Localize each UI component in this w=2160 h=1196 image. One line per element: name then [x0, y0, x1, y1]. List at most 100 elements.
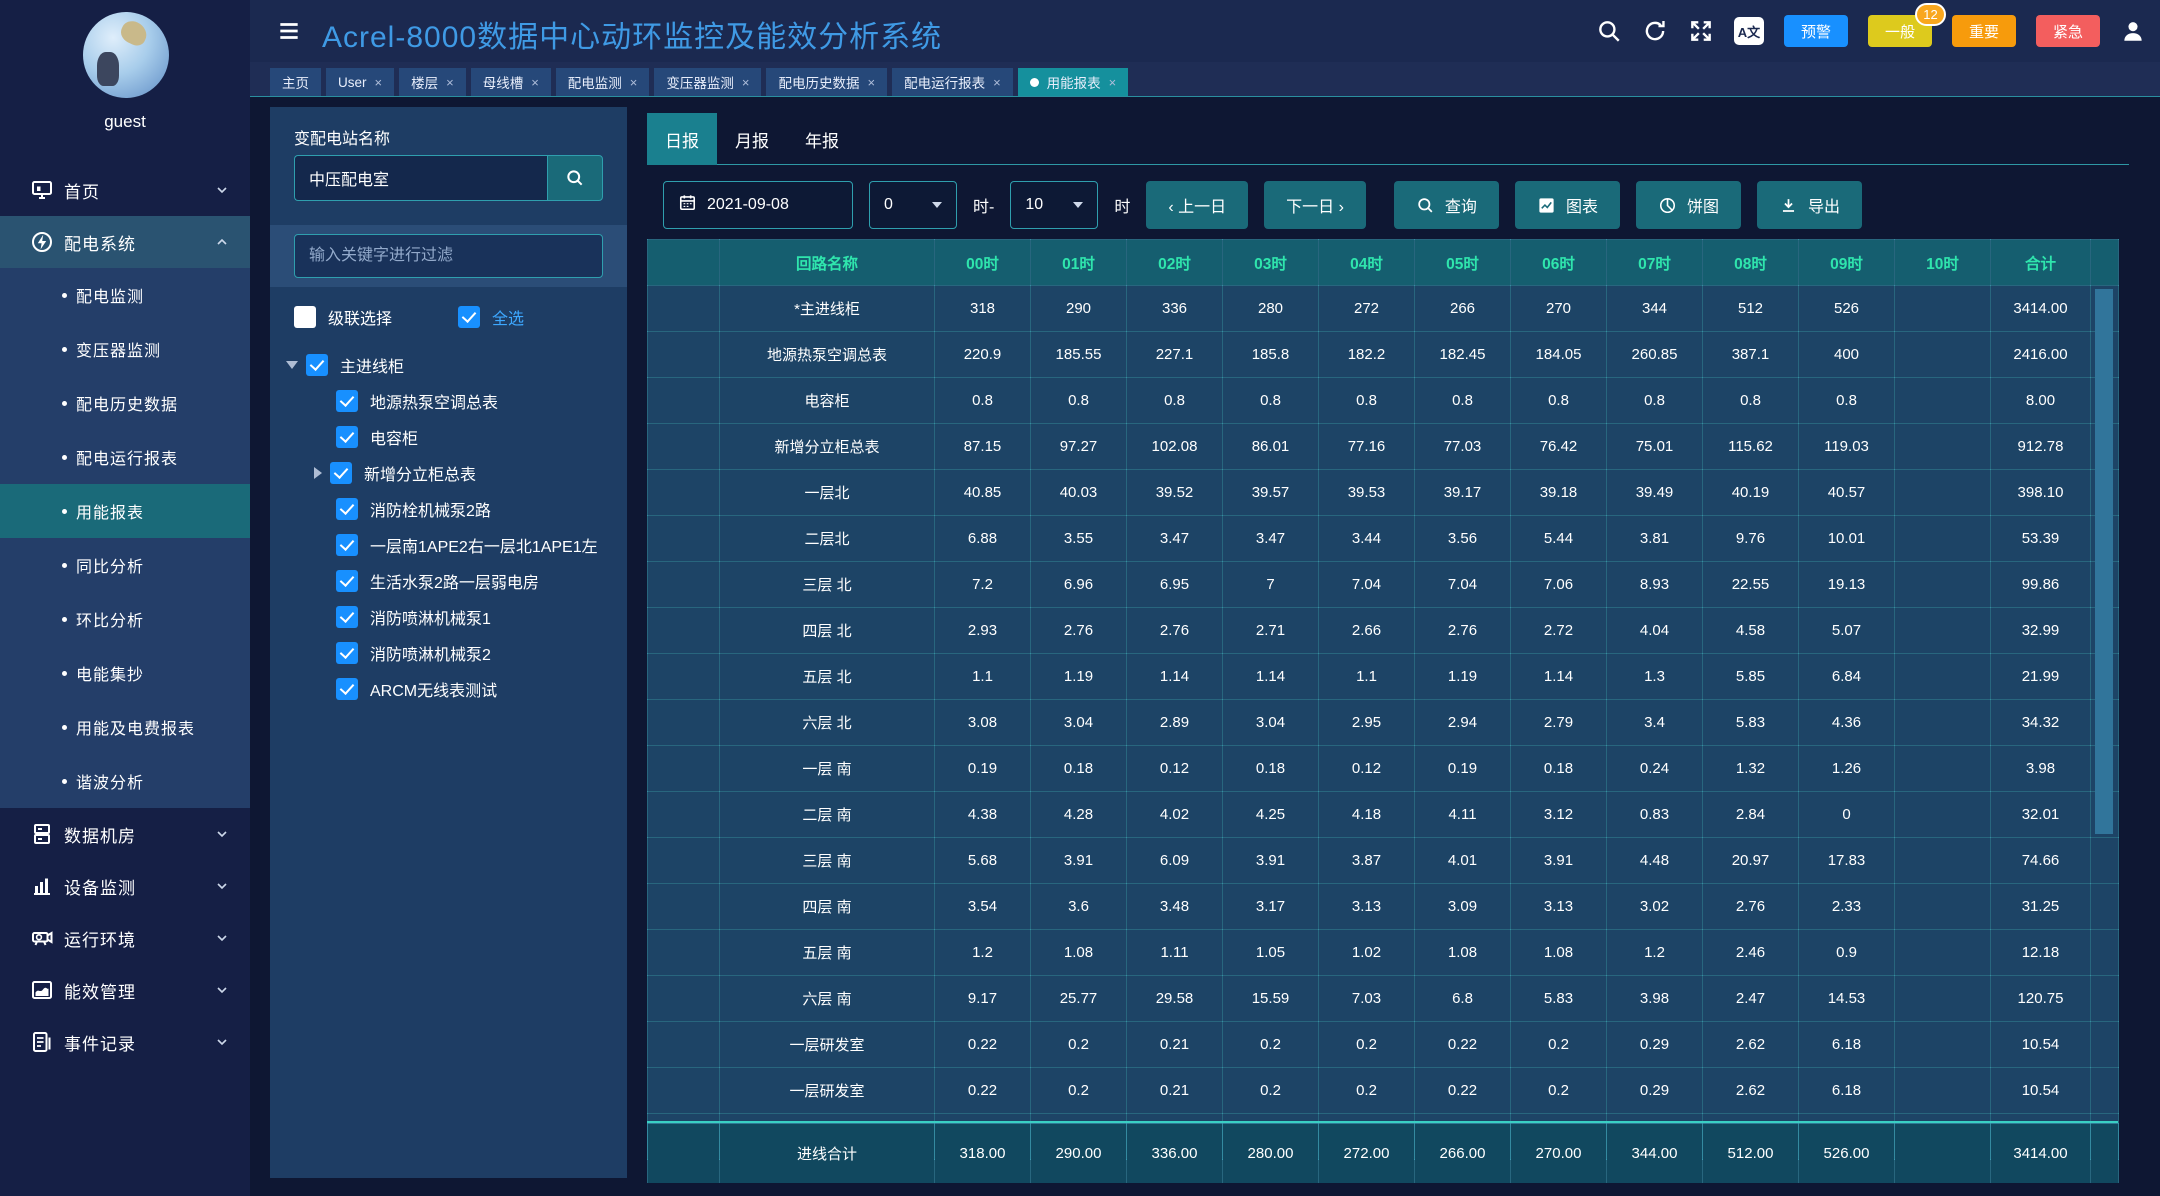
- user-icon[interactable]: [2120, 18, 2146, 44]
- menu-icon[interactable]: [276, 18, 302, 44]
- hour-value-cell: 1.08: [1031, 930, 1127, 976]
- report-tab-月报[interactable]: 月报: [717, 113, 787, 165]
- tree-node-label[interactable]: 生活水泵2路一层弱电房: [370, 569, 539, 593]
- close-icon[interactable]: ×: [1109, 75, 1117, 90]
- close-icon[interactable]: ×: [867, 75, 875, 90]
- hour-value-cell: 387.1: [1703, 332, 1799, 378]
- report-tab-日报[interactable]: 日报: [647, 113, 717, 165]
- cascade-checkbox[interactable]: [294, 306, 316, 328]
- tab-变压器监测[interactable]: 变压器监测×: [654, 68, 761, 96]
- hour-value-cell: 6.09: [1127, 838, 1223, 884]
- sidebar-item-首页[interactable]: 首页: [0, 164, 250, 216]
- filter-band: [270, 225, 627, 287]
- search-icon[interactable]: [1596, 18, 1622, 44]
- close-icon[interactable]: ×: [630, 75, 638, 90]
- hour-value-cell: 119.03: [1799, 424, 1895, 470]
- refresh-icon[interactable]: [1642, 18, 1668, 44]
- sidebar-item-事件记录[interactable]: 事件记录: [0, 1016, 250, 1068]
- alarm-button-一般[interactable]: 一般12: [1868, 15, 1932, 47]
- sidebar-item-运行环境[interactable]: 运行环境: [0, 912, 250, 964]
- close-icon[interactable]: ×: [375, 75, 383, 90]
- tab-母线槽[interactable]: 母线槽×: [471, 68, 551, 96]
- sidebar-item-能效管理[interactable]: 能效管理: [0, 964, 250, 1016]
- avatar[interactable]: [83, 12, 169, 98]
- tree-node-label[interactable]: 一层南1APE2右一层北1APE1左: [370, 533, 598, 557]
- tab-配电运行报表[interactable]: 配电运行报表×: [892, 68, 1013, 96]
- submenu-item-环比分析[interactable]: 环比分析: [0, 592, 250, 646]
- next-day-button[interactable]: 下一日 ›: [1264, 181, 1366, 229]
- tree-node-label[interactable]: ARCM无线表测试: [370, 677, 497, 701]
- submenu-item-用能及电费报表[interactable]: 用能及电费报表: [0, 700, 250, 754]
- close-icon[interactable]: ×: [446, 75, 454, 90]
- alarm-button-重要[interactable]: 重要: [1952, 15, 2016, 47]
- submenu-item-配电运行报表[interactable]: 配电运行报表: [0, 430, 250, 484]
- tree-node-label[interactable]: 消防喷淋机械泵1: [370, 605, 491, 629]
- submenu-item-用能报表[interactable]: 用能报表: [0, 484, 250, 538]
- tree-node-label[interactable]: 地源热泵空调总表: [370, 389, 498, 413]
- submenu-item-变压器监测[interactable]: 变压器监测: [0, 322, 250, 376]
- pie-button[interactable]: 饼图: [1636, 181, 1741, 229]
- tree-checkbox[interactable]: [336, 678, 358, 700]
- close-icon[interactable]: ×: [742, 75, 750, 90]
- column-header-02时: 02时: [1127, 240, 1223, 286]
- hour-to-select[interactable]: 10: [1010, 181, 1098, 229]
- caret-down-icon[interactable]: [286, 361, 298, 369]
- chevron-down-icon: [214, 182, 230, 198]
- tree-checkbox[interactable]: [336, 426, 358, 448]
- tab-User[interactable]: User×: [326, 68, 394, 96]
- date-picker[interactable]: 2021-09-08: [663, 181, 853, 229]
- tree-checkbox[interactable]: [336, 534, 358, 556]
- tree-checkbox[interactable]: [336, 498, 358, 520]
- select-all-checkbox[interactable]: [458, 306, 480, 328]
- tree-node-label[interactable]: 消防喷淋机械泵2: [370, 641, 491, 665]
- tree-checkbox[interactable]: [336, 606, 358, 628]
- submenu-item-谐波分析[interactable]: 谐波分析: [0, 754, 250, 808]
- tree-checkbox[interactable]: [336, 570, 358, 592]
- report-tab-年报[interactable]: 年报: [787, 113, 857, 165]
- submenu-item-配电历史数据[interactable]: 配电历史数据: [0, 376, 250, 430]
- submenu-item-电能集抄[interactable]: 电能集抄: [0, 646, 250, 700]
- tree-checkbox[interactable]: [336, 642, 358, 664]
- fullscreen-icon[interactable]: [1688, 18, 1714, 44]
- sidebar-item-设备监测[interactable]: 设备监测: [0, 860, 250, 912]
- column-header-回路名称: 回路名称: [720, 240, 935, 286]
- close-icon[interactable]: ×: [531, 75, 539, 90]
- hour-value-cell: 0.18: [1511, 746, 1607, 792]
- alarm-button-预警[interactable]: 预警: [1784, 15, 1848, 47]
- submenu-item-配电监测[interactable]: 配电监测: [0, 268, 250, 322]
- tree-node-label[interactable]: 消防栓机械泵2路: [370, 497, 491, 521]
- alarm-button-紧急[interactable]: 紧急: [2036, 15, 2100, 47]
- tab-配电历史数据[interactable]: 配电历史数据×: [766, 68, 887, 96]
- hour-from-select[interactable]: 0: [869, 181, 957, 229]
- hour-value-cell: 77.03: [1415, 424, 1511, 470]
- prev-day-button[interactable]: ‹ 上一日: [1146, 181, 1248, 229]
- station-search-button[interactable]: [547, 155, 603, 201]
- tree-filter-input[interactable]: [294, 234, 603, 278]
- close-icon[interactable]: ×: [993, 75, 1001, 90]
- hour-value-cell: 2.95: [1319, 700, 1415, 746]
- hour-value-cell: 2.46: [1703, 930, 1799, 976]
- vertical-scrollbar[interactable]: [2095, 289, 2113, 834]
- caret-right-icon[interactable]: [314, 467, 322, 479]
- export-button[interactable]: 导出: [1757, 181, 1862, 229]
- submenu-item-同比分析[interactable]: 同比分析: [0, 538, 250, 592]
- tab-主页[interactable]: 主页: [270, 68, 321, 96]
- tab-楼层[interactable]: 楼层×: [399, 68, 466, 96]
- query-button[interactable]: 查询: [1394, 181, 1499, 229]
- tree-checkbox[interactable]: [306, 354, 328, 376]
- tab-用能报表[interactable]: 用能报表×: [1018, 68, 1129, 96]
- tree-node-label[interactable]: 电容柜: [370, 425, 418, 449]
- hour-value-cell: 4.04: [1607, 608, 1703, 654]
- sidebar-item-数据机房[interactable]: 数据机房: [0, 808, 250, 860]
- select-all-label[interactable]: 全选: [492, 305, 524, 329]
- tree-checkbox[interactable]: [330, 462, 352, 484]
- tab-配电监测[interactable]: 配电监测×: [556, 68, 650, 96]
- tree-node-label[interactable]: 新增分立柜总表: [364, 461, 476, 485]
- tree-node-label[interactable]: 主进线柜: [340, 353, 404, 377]
- chart-button[interactable]: 图表: [1515, 181, 1620, 229]
- translate-icon[interactable]: A文: [1734, 17, 1764, 45]
- tree-checkbox[interactable]: [336, 390, 358, 412]
- hour-value-cell: 3.04: [1223, 700, 1319, 746]
- station-search-input[interactable]: [294, 155, 547, 201]
- sidebar-item-配电系统[interactable]: 配电系统: [0, 216, 250, 268]
